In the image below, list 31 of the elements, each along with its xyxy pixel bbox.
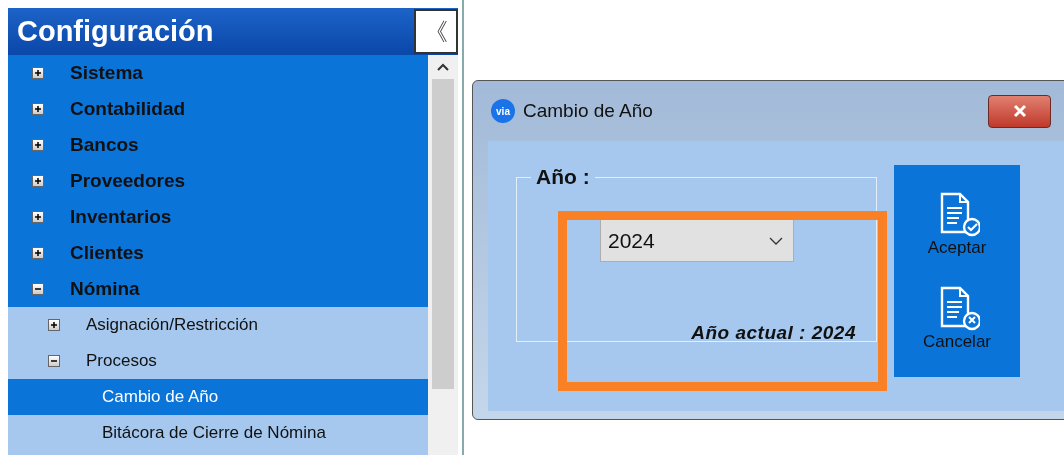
collapse-icon[interactable] bbox=[32, 283, 44, 295]
scrollbar[interactable] bbox=[428, 55, 458, 455]
tree-item[interactable]: Sistema bbox=[8, 55, 428, 91]
sidebar-title: Configuración bbox=[17, 15, 214, 48]
expand-icon[interactable] bbox=[32, 175, 44, 187]
tree-item[interactable]: Proveedores bbox=[8, 163, 428, 199]
dialog-title: Cambio de Año bbox=[523, 100, 654, 122]
tree-item[interactable]: Clientes bbox=[8, 235, 428, 271]
group-label: Año : bbox=[535, 165, 591, 189]
expand-icon[interactable] bbox=[32, 247, 44, 259]
tree-item[interactable]: Bancos bbox=[8, 127, 428, 163]
tree-item[interactable]: Contabilidad bbox=[8, 91, 428, 127]
year-select[interactable]: 2024 bbox=[600, 219, 794, 262]
scroll-up-icon[interactable] bbox=[437, 63, 449, 71]
expand-icon[interactable] bbox=[32, 211, 44, 223]
current-year-label: Año actual : 2024 bbox=[691, 322, 856, 344]
tree-item[interactable]: Nómina bbox=[8, 271, 428, 307]
expand-icon[interactable] bbox=[48, 319, 60, 331]
expand-icon[interactable] bbox=[32, 67, 44, 79]
collapse-button[interactable]: 《 bbox=[414, 9, 458, 54]
close-button[interactable] bbox=[988, 94, 1051, 128]
tree-item[interactable]: Inventarios bbox=[8, 199, 428, 235]
collapse-icon[interactable] bbox=[48, 355, 60, 367]
chevron-down-icon bbox=[769, 236, 783, 245]
expand-icon[interactable] bbox=[32, 139, 44, 151]
tree-item[interactable]: Cambio de Año bbox=[8, 379, 428, 415]
app-logo: via bbox=[491, 99, 515, 123]
cancel-button[interactable]: Cancelar bbox=[918, 282, 995, 355]
expand-icon[interactable] bbox=[32, 103, 44, 115]
scroll-thumb[interactable] bbox=[432, 79, 454, 389]
accept-button[interactable]: Aceptar bbox=[923, 187, 991, 260]
